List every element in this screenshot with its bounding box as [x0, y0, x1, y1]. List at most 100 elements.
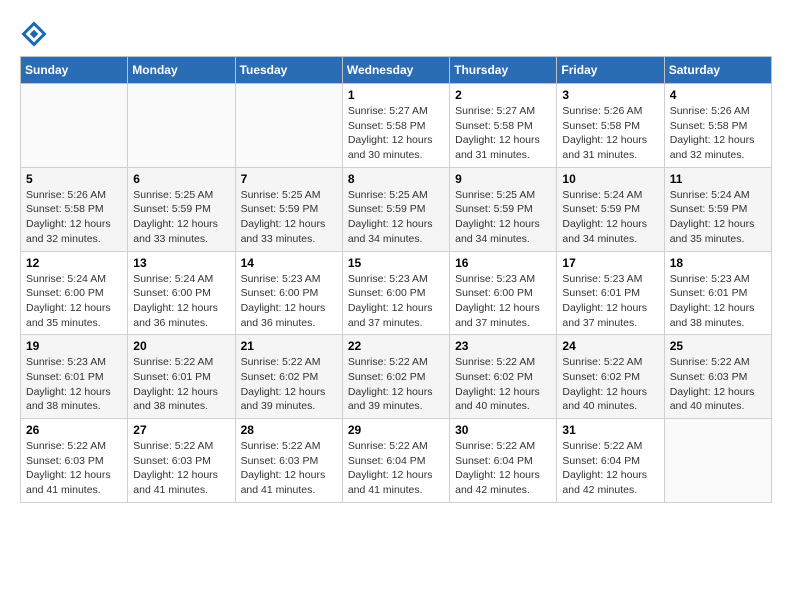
calendar-cell: 2 Sunrise: 5:27 AM Sunset: 5:58 PM Daylig…	[450, 84, 557, 168]
calendar-week-row: 12Sunrise: 5:24 AM Sunset: 6:00 PM Dayli…	[21, 251, 772, 335]
calendar-cell: 23 Sunrise: 5:22 AM Sunset: 6:02 PM Dayli…	[450, 335, 557, 419]
day-number: 15	[348, 256, 444, 270]
day-info: Sunrise: 5:22 AM Sunset: 6:02 PM Dayligh…	[562, 355, 658, 414]
calendar-cell: 28Sunrise: 5:22 AM Sunset: 6:03 PM Dayli…	[235, 419, 342, 503]
calendar-cell: 13Sunrise: 5:24 AM Sunset: 6:00 PM Dayli…	[128, 251, 235, 335]
calendar-cell: 22Sunrise: 5:22 AM Sunset: 6:02 PM Dayli…	[342, 335, 449, 419]
calendar-cell: 26 Sunrise: 5:22 AM Sunset: 6:03 PM Dayli…	[21, 419, 128, 503]
day-info: Sunrise: 5:22 AM Sunset: 6:03 PM Dayligh…	[670, 355, 766, 414]
calendar-cell: 19 Sunrise: 5:23 AM Sunset: 6:01 PM Dayli…	[21, 335, 128, 419]
calendar-cell: 14 Sunrise: 5:23 AM Sunset: 6:00 PM Dayli…	[235, 251, 342, 335]
calendar-cell: 9 Sunrise: 5:25 AM Sunset: 5:59 PM Daylig…	[450, 167, 557, 251]
calendar-cell: 27Sunrise: 5:22 AM Sunset: 6:03 PM Dayli…	[128, 419, 235, 503]
calendar-cell: 31 Sunrise: 5:22 AM Sunset: 6:04 PM Dayli…	[557, 419, 664, 503]
day-number: 25	[670, 339, 766, 353]
calendar-week-row: 19 Sunrise: 5:23 AM Sunset: 6:01 PM Dayli…	[21, 335, 772, 419]
day-number: 4	[670, 88, 766, 102]
day-number: 11	[670, 172, 766, 186]
calendar-cell: 18Sunrise: 5:23 AM Sunset: 6:01 PM Dayli…	[664, 251, 771, 335]
day-info: Sunrise: 5:22 AM Sunset: 6:04 PM Dayligh…	[562, 439, 658, 498]
day-info: Sunrise: 5:22 AM Sunset: 6:04 PM Dayligh…	[455, 439, 551, 498]
day-number: 24	[562, 339, 658, 353]
day-info: Sunrise: 5:27 AM Sunset: 5:58 PM Dayligh…	[348, 104, 444, 163]
calendar-cell	[21, 84, 128, 168]
day-info: Sunrise: 5:23 AM Sunset: 6:00 PM Dayligh…	[455, 272, 551, 331]
calendar-cell: 30 Sunrise: 5:22 AM Sunset: 6:04 PM Dayli…	[450, 419, 557, 503]
day-info: Sunrise: 5:22 AM Sunset: 6:02 PM Dayligh…	[241, 355, 337, 414]
calendar-week-row: 5Sunrise: 5:26 AM Sunset: 5:58 PM Daylig…	[21, 167, 772, 251]
calendar-cell: 21 Sunrise: 5:22 AM Sunset: 6:02 PM Dayli…	[235, 335, 342, 419]
day-header-monday: Monday	[128, 57, 235, 84]
calendar-cell: 24 Sunrise: 5:22 AM Sunset: 6:02 PM Dayli…	[557, 335, 664, 419]
day-number: 26	[26, 423, 122, 437]
day-number: 30	[455, 423, 551, 437]
logo	[20, 20, 52, 48]
day-info: Sunrise: 5:23 AM Sunset: 6:00 PM Dayligh…	[241, 272, 337, 331]
calendar-cell: 10 Sunrise: 5:24 AM Sunset: 5:59 PM Dayli…	[557, 167, 664, 251]
calendar-cell: 12Sunrise: 5:24 AM Sunset: 6:00 PM Dayli…	[21, 251, 128, 335]
day-info: Sunrise: 5:24 AM Sunset: 5:59 PM Dayligh…	[562, 188, 658, 247]
day-number: 21	[241, 339, 337, 353]
logo-icon	[20, 20, 48, 48]
day-number: 2	[455, 88, 551, 102]
calendar-week-row: 1 Sunrise: 5:27 AM Sunset: 5:58 PM Daylig…	[21, 84, 772, 168]
day-info: Sunrise: 5:22 AM Sunset: 6:04 PM Dayligh…	[348, 439, 444, 498]
day-header-thursday: Thursday	[450, 57, 557, 84]
calendar-week-row: 26 Sunrise: 5:22 AM Sunset: 6:03 PM Dayli…	[21, 419, 772, 503]
day-info: Sunrise: 5:23 AM Sunset: 6:01 PM Dayligh…	[26, 355, 122, 414]
day-number: 23	[455, 339, 551, 353]
day-number: 20	[133, 339, 229, 353]
day-header-saturday: Saturday	[664, 57, 771, 84]
calendar-cell	[128, 84, 235, 168]
day-info: Sunrise: 5:22 AM Sunset: 6:03 PM Dayligh…	[26, 439, 122, 498]
calendar-cell	[664, 419, 771, 503]
day-number: 6	[133, 172, 229, 186]
calendar-cell: 17Sunrise: 5:23 AM Sunset: 6:01 PM Dayli…	[557, 251, 664, 335]
day-number: 27	[133, 423, 229, 437]
day-info: Sunrise: 5:22 AM Sunset: 6:02 PM Dayligh…	[455, 355, 551, 414]
day-info: Sunrise: 5:25 AM Sunset: 5:59 PM Dayligh…	[455, 188, 551, 247]
day-number: 19	[26, 339, 122, 353]
calendar-cell: 6 Sunrise: 5:25 AM Sunset: 5:59 PM Daylig…	[128, 167, 235, 251]
day-number: 10	[562, 172, 658, 186]
page-header	[20, 20, 772, 48]
calendar-cell: 3Sunrise: 5:26 AM Sunset: 5:58 PM Daylig…	[557, 84, 664, 168]
calendar-cell: 5Sunrise: 5:26 AM Sunset: 5:58 PM Daylig…	[21, 167, 128, 251]
day-number: 8	[348, 172, 444, 186]
day-header-friday: Friday	[557, 57, 664, 84]
day-info: Sunrise: 5:25 AM Sunset: 5:59 PM Dayligh…	[348, 188, 444, 247]
calendar-cell: 4Sunrise: 5:26 AM Sunset: 5:58 PM Daylig…	[664, 84, 771, 168]
day-info: Sunrise: 5:22 AM Sunset: 6:03 PM Dayligh…	[241, 439, 337, 498]
day-info: Sunrise: 5:26 AM Sunset: 5:58 PM Dayligh…	[26, 188, 122, 247]
day-info: Sunrise: 5:25 AM Sunset: 5:59 PM Dayligh…	[241, 188, 337, 247]
day-info: Sunrise: 5:23 AM Sunset: 6:00 PM Dayligh…	[348, 272, 444, 331]
day-number: 17	[562, 256, 658, 270]
day-number: 9	[455, 172, 551, 186]
calendar-table: SundayMondayTuesdayWednesdayThursdayFrid…	[20, 56, 772, 503]
day-info: Sunrise: 5:23 AM Sunset: 6:01 PM Dayligh…	[670, 272, 766, 331]
calendar-cell: 11 Sunrise: 5:24 AM Sunset: 5:59 PM Dayli…	[664, 167, 771, 251]
day-number: 13	[133, 256, 229, 270]
day-number: 16	[455, 256, 551, 270]
day-number: 22	[348, 339, 444, 353]
day-info: Sunrise: 5:24 AM Sunset: 5:59 PM Dayligh…	[670, 188, 766, 247]
day-info: Sunrise: 5:24 AM Sunset: 6:00 PM Dayligh…	[26, 272, 122, 331]
calendar-cell: 8 Sunrise: 5:25 AM Sunset: 5:59 PM Daylig…	[342, 167, 449, 251]
day-header-sunday: Sunday	[21, 57, 128, 84]
day-number: 29	[348, 423, 444, 437]
calendar-header-row: SundayMondayTuesdayWednesdayThursdayFrid…	[21, 57, 772, 84]
day-info: Sunrise: 5:26 AM Sunset: 5:58 PM Dayligh…	[562, 104, 658, 163]
calendar-cell: 29 Sunrise: 5:22 AM Sunset: 6:04 PM Dayli…	[342, 419, 449, 503]
day-number: 1	[348, 88, 444, 102]
calendar-cell: 1 Sunrise: 5:27 AM Sunset: 5:58 PM Daylig…	[342, 84, 449, 168]
calendar-cell: 20Sunrise: 5:22 AM Sunset: 6:01 PM Dayli…	[128, 335, 235, 419]
day-info: Sunrise: 5:27 AM Sunset: 5:58 PM Dayligh…	[455, 104, 551, 163]
day-number: 14	[241, 256, 337, 270]
day-header-tuesday: Tuesday	[235, 57, 342, 84]
calendar-cell: 15 Sunrise: 5:23 AM Sunset: 6:00 PM Dayli…	[342, 251, 449, 335]
calendar-cell: 25 Sunrise: 5:22 AM Sunset: 6:03 PM Dayli…	[664, 335, 771, 419]
day-number: 31	[562, 423, 658, 437]
day-number: 7	[241, 172, 337, 186]
calendar-cell	[235, 84, 342, 168]
day-info: Sunrise: 5:25 AM Sunset: 5:59 PM Dayligh…	[133, 188, 229, 247]
